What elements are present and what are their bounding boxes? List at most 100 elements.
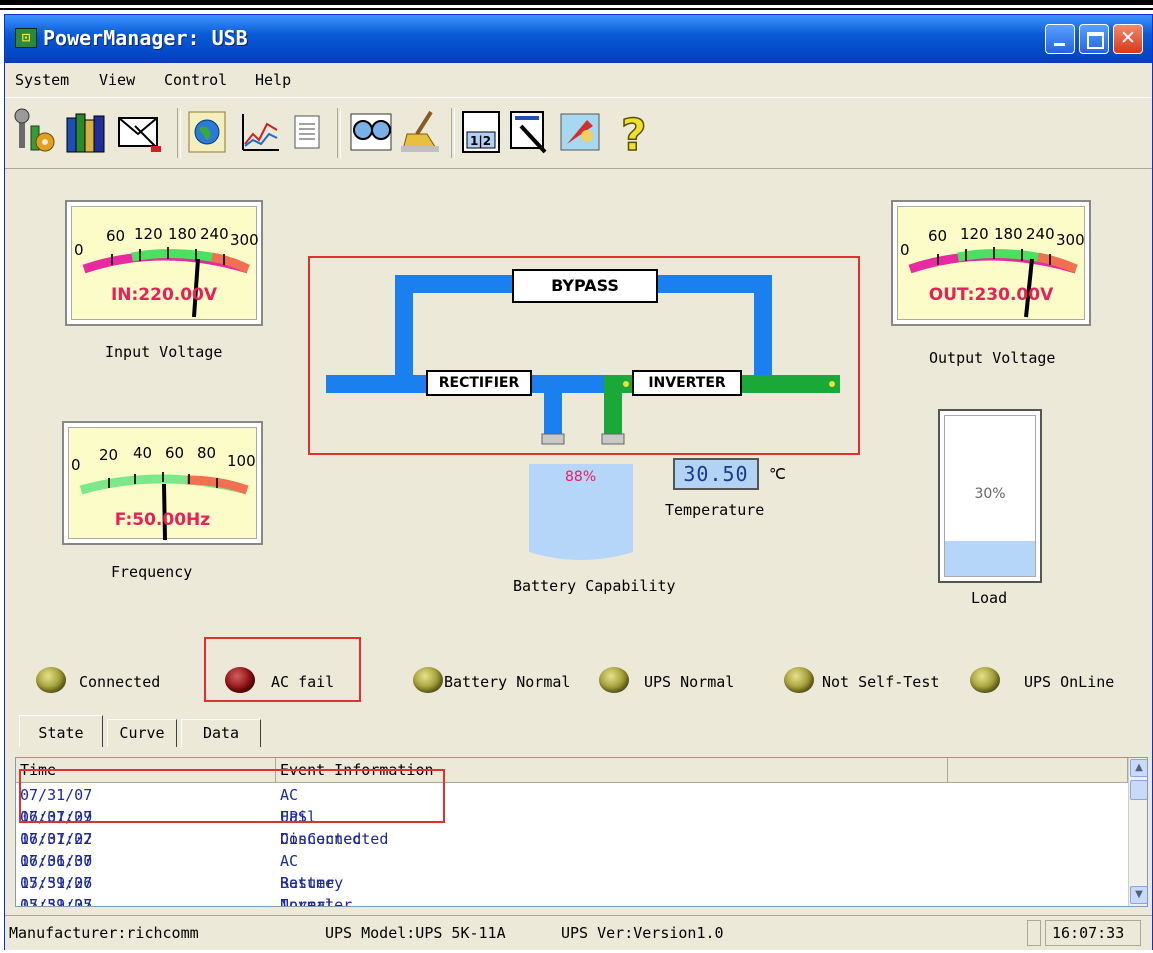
not-self-test-led-icon [784, 667, 814, 693]
inverter-block: INVERTER [632, 370, 742, 396]
ups-flow-diagram: BYPASS RECTIFIER INVERTER [308, 256, 860, 455]
message-icon[interactable] [115, 106, 163, 158]
scale-label: 0 [71, 456, 81, 474]
load-percent: 30% [974, 486, 1006, 502]
frequency-meter: 0 20 40 60 80 100 F:50.00Hz [62, 421, 263, 545]
globe-icon[interactable] [183, 106, 231, 158]
status-bar: Manufacturer:richcomm UPS Model:UPS 5K-1… [5, 915, 1152, 950]
toolbar: 1|2 ? [5, 97, 1152, 169]
status-panel-divider [1027, 920, 1041, 946]
load-label: Load [971, 589, 1008, 607]
ups-version-text: UPS Ver:Version1.0 [561, 924, 724, 942]
input-voltage-readout: IN:220.00V [110, 285, 218, 305]
minimize-button[interactable] [1045, 24, 1075, 54]
log-event: DisConnected [280, 830, 389, 848]
close-button[interactable] [1113, 24, 1143, 54]
title-bar[interactable]: ⊡ PowerManager: USB [5, 15, 1152, 63]
battery-capability-label: Battery Capability [513, 577, 676, 595]
page-top-rule [0, 0, 1153, 5]
frequency-readout: F:50.00Hz [114, 510, 211, 530]
load-gauge: 30% [938, 409, 1042, 583]
meter-face: 0 20 40 60 80 100 F:50.00Hz [68, 427, 257, 541]
indicator-label: Not Self-Test [822, 673, 940, 691]
menu-system[interactable]: System [15, 71, 69, 89]
toolbar-separator [177, 108, 181, 158]
ups-model-text: UPS Model:UPS 5K-11A [325, 924, 506, 942]
scale-label: 300 [1056, 231, 1085, 249]
input-voltage-meter: 0 60 120 180 240 300 IN:220.00V [65, 200, 263, 326]
log-time: 07/31/07 15:59:25 [20, 896, 93, 907]
indicator-label: UPS Normal [644, 673, 735, 691]
help-icon[interactable]: ? [611, 106, 659, 162]
temperature-readout: 30.50 [673, 458, 759, 490]
wizard-icon[interactable] [557, 106, 605, 158]
scale-label: 180 [994, 225, 1023, 243]
page-top-rule-thin [0, 8, 1153, 10]
output-voltage-label: Output Voltage [929, 349, 1056, 367]
app-window: ⊡ PowerManager: USB System View Control … [4, 14, 1153, 950]
glasses-icon[interactable] [345, 106, 393, 158]
menu-help[interactable]: Help [255, 71, 291, 89]
menu-control[interactable]: Control [164, 71, 227, 89]
indicator-label: UPS OnLine [1024, 673, 1115, 691]
scroll-thumb[interactable] [1130, 780, 1147, 800]
books-icon[interactable] [63, 106, 111, 158]
temperature-unit: ℃ [769, 465, 786, 483]
scale-label: 100 [227, 452, 256, 470]
app-icon[interactable]: ⊡ [15, 28, 37, 48]
scale-label: 80 [197, 444, 217, 462]
input-voltage-label: Input Voltage [105, 343, 223, 361]
scale-label: 60 [165, 444, 185, 462]
tab-data[interactable]: Data [181, 719, 261, 747]
chart-icon[interactable] [235, 106, 283, 158]
output-voltage-meter: 0 60 120 180 240 300 OUT:230.00V [891, 200, 1091, 326]
manufacturer-text: Manufacturer:richcomm [9, 924, 199, 942]
scale-label: 40 [133, 444, 153, 462]
maximize-button[interactable] [1079, 24, 1109, 54]
broom-icon[interactable] [397, 106, 445, 158]
menu-bar: System View Control Help [5, 65, 1152, 95]
meter-face: 0 60 120 180 240 300 IN:220.00V [71, 206, 259, 320]
temperature-label: Temperature [665, 501, 765, 519]
list-icon[interactable] [283, 106, 331, 158]
ac-fail-led-icon [225, 667, 255, 693]
indicator-label: AC fail [271, 673, 335, 691]
indicator-label: Battery Normal [444, 673, 571, 691]
scale-label: 240 [200, 225, 229, 243]
vertical-scrollbar[interactable]: ▲ ▼ [1128, 758, 1147, 906]
tab-curve[interactable]: Curve [107, 719, 177, 747]
scale-label: 60 [928, 227, 948, 245]
rectifier-block: RECTIFIER [426, 370, 532, 396]
window-title: PowerManager: USB [43, 26, 248, 50]
svg-text:?: ? [621, 110, 647, 158]
log-event: Inverter Normal [280, 896, 353, 907]
status-clock: 16:07:33 [1045, 920, 1141, 946]
load-gauge-inner: 30% [944, 415, 1036, 577]
ac-fail-event-highlight [19, 769, 445, 823]
hammer-icon[interactable] [505, 106, 553, 158]
indicator-label: Connected [79, 673, 161, 691]
toolbar-separator [337, 108, 341, 158]
menu-view[interactable]: View [99, 71, 135, 89]
ups-online-led-icon [970, 667, 1000, 693]
scale-label: 180 [168, 225, 197, 243]
svg-text:1|2: 1|2 [470, 134, 491, 148]
calendar-icon[interactable]: 1|2 [457, 106, 505, 158]
scale-label: 120 [960, 225, 989, 243]
ac-fail-highlight [204, 637, 361, 702]
status-panel: 0 60 120 180 240 300 IN:220.00V Input Vo… [7, 169, 1148, 709]
scale-label: 120 [134, 225, 163, 243]
tab-state[interactable]: State [19, 715, 103, 747]
scale-label: 240 [1026, 225, 1055, 243]
settings-tools-icon[interactable] [11, 106, 59, 158]
battery-normal-led-icon [413, 667, 443, 693]
scale-label: 60 [106, 227, 126, 245]
scroll-up-icon[interactable]: ▲ [1130, 759, 1147, 777]
connected-led-icon [36, 667, 66, 693]
ups-normal-led-icon [599, 667, 629, 693]
output-voltage-readout: OUT:230.00V [928, 285, 1054, 305]
meter-face: 0 60 120 180 240 300 OUT:230.00V [897, 206, 1085, 320]
scale-label: 300 [230, 231, 259, 249]
column-header-extra[interactable] [948, 758, 1128, 782]
scroll-down-icon[interactable]: ▼ [1130, 886, 1147, 904]
